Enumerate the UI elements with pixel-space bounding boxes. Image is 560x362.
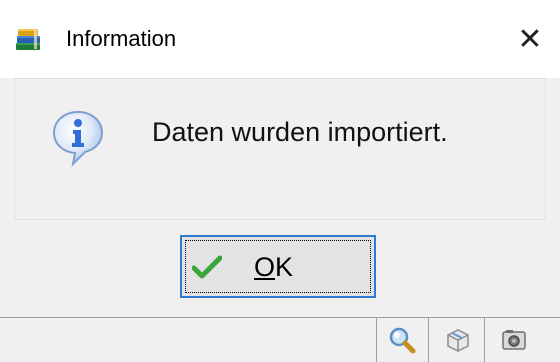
magnifier-icon <box>389 327 416 354</box>
ok-button[interactable]: OK <box>180 235 376 298</box>
info-icon <box>52 110 104 167</box>
box-icon <box>447 329 469 352</box>
close-icon: ✕ <box>517 22 543 56</box>
camera-status-button[interactable] <box>488 318 540 362</box>
checkmark-icon <box>192 255 222 279</box>
books-app-icon <box>16 29 40 50</box>
title-bar: Information ✕ <box>0 0 560 78</box>
status-bar <box>0 317 560 362</box>
box-status-button[interactable] <box>432 318 484 362</box>
status-divider <box>484 318 485 362</box>
message-panel: Daten wurden importiert. <box>14 78 546 220</box>
status-divider <box>428 318 429 362</box>
ok-mnemonic: O <box>254 252 276 282</box>
ok-label-rest: K <box>275 252 294 282</box>
search-status-button[interactable] <box>376 318 428 362</box>
ok-label: OK <box>254 250 293 284</box>
camera-icon <box>502 330 526 350</box>
message-text: Daten wurden importiert. <box>152 117 448 147</box>
close-button[interactable]: ✕ <box>506 16 554 62</box>
information-dialog: Information ✕ Daten wurden importiert. O… <box>0 0 560 362</box>
window-title: Information <box>66 26 177 51</box>
